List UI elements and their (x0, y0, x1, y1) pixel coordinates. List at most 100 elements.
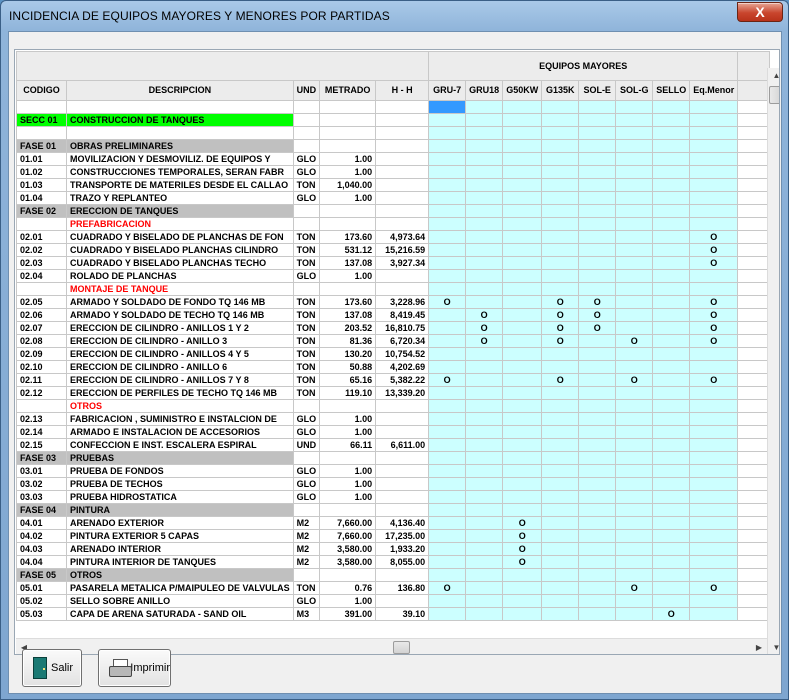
equipment-cell[interactable] (465, 165, 504, 179)
table-row[interactable]: 02.14 ARMADO E INSTALACION DE ACCESORIOS G… (16, 425, 771, 439)
codigo-cell[interactable]: 04.03 (16, 542, 67, 556)
equipment-cell[interactable] (689, 464, 739, 478)
metrado-cell[interactable]: 81.36 (319, 334, 377, 348)
und-cell[interactable]: TON (292, 178, 321, 192)
metrado-cell[interactable]: 137.08 (319, 308, 377, 322)
equipment-cell[interactable] (465, 100, 504, 114)
equipment-cell[interactable] (652, 256, 691, 270)
equipment-cell[interactable] (502, 607, 543, 621)
equipment-cell[interactable] (465, 477, 504, 491)
table-row[interactable]: 02.11 ERECCION DE CILINDRO - ANILLOS 7 Y … (16, 373, 771, 387)
und-cell[interactable]: GLO (292, 425, 321, 439)
codigo-cell[interactable]: 04.01 (16, 516, 67, 530)
metrado-cell[interactable]: 3,580.00 (319, 542, 377, 556)
column-header[interactable]: G135K (541, 80, 580, 101)
descripcion-cell[interactable]: ERECCION DE CILINDRO - ANILLOS 4 Y 5 (66, 347, 294, 361)
metrado-cell[interactable] (319, 113, 377, 127)
metrado-cell[interactable]: 1,040.00 (319, 178, 377, 192)
hh-cell[interactable]: 4,136.40 (375, 516, 430, 530)
table-row[interactable]: 02.02 CUADRADO Y BISELADO PLANCHAS CILIND… (16, 243, 771, 257)
equipment-cell[interactable]: O (689, 295, 739, 309)
equipment-cell[interactable] (502, 126, 543, 140)
hh-cell[interactable] (375, 217, 430, 231)
equipment-cell[interactable] (615, 516, 654, 530)
equipment-cell[interactable]: O (541, 308, 580, 322)
equipment-cell[interactable] (502, 451, 543, 465)
metrado-cell[interactable]: 119.10 (319, 386, 377, 400)
equipment-cell[interactable] (578, 425, 617, 439)
equipment-cell[interactable]: O (428, 581, 467, 595)
equipment-cell[interactable] (541, 178, 580, 192)
equipment-cell[interactable] (428, 477, 467, 491)
equipment-cell[interactable] (541, 230, 580, 244)
equipment-cell[interactable] (502, 399, 543, 413)
descripcion-cell[interactable]: ERECCION DE CILINDRO - ANILLOS 7 Y 8 (66, 373, 294, 387)
equipment-cell[interactable] (578, 165, 617, 179)
hh-cell[interactable] (375, 412, 430, 426)
descripcion-cell[interactable]: CONSTRUCCIONES TEMPORALES, SERAN FABR (66, 165, 294, 179)
table-row[interactable]: FASE 01 OBRAS PRELIMINARES (16, 139, 771, 153)
equipment-cell[interactable]: O (541, 373, 580, 387)
equipment-cell[interactable] (502, 243, 543, 257)
equipment-cell[interactable] (502, 100, 543, 114)
descripcion-cell[interactable]: ERECCION DE TANQUES (66, 204, 294, 218)
equipment-cell[interactable] (689, 568, 739, 582)
codigo-cell[interactable]: FASE 03 (16, 451, 67, 465)
equipment-cell[interactable] (652, 113, 691, 127)
table-row[interactable]: 02.09 ERECCION DE CILINDRO - ANILLOS 4 Y … (16, 347, 771, 361)
equipment-cell[interactable] (578, 269, 617, 283)
equipment-cell[interactable]: O (541, 321, 580, 335)
equipment-cell[interactable] (465, 555, 504, 569)
equipment-cell[interactable] (541, 347, 580, 361)
codigo-cell[interactable] (16, 126, 67, 140)
equipment-cell[interactable] (652, 204, 691, 218)
equipment-cell[interactable] (615, 386, 654, 400)
table-row[interactable]: 02.12 ERECCION DE PERFILES DE TECHO TQ 14… (16, 386, 771, 400)
descripcion-cell[interactable]: ARMADO Y SOLDADO DE TECHO TQ 146 MB (66, 308, 294, 322)
equipment-cell[interactable] (652, 386, 691, 400)
metrado-cell[interactable] (319, 100, 377, 114)
equipment-cell[interactable] (689, 516, 739, 530)
hh-cell[interactable] (375, 269, 430, 283)
descripcion-cell[interactable]: CUADRADO Y BISELADO PLANCHAS CILINDRO (66, 243, 294, 257)
equipment-cell[interactable] (502, 295, 543, 309)
equipment-cell[interactable] (502, 191, 543, 205)
equipment-cell[interactable] (465, 451, 504, 465)
codigo-cell[interactable] (16, 399, 67, 413)
salir-button[interactable]: Salir (22, 649, 82, 687)
equipment-cell[interactable]: O (689, 243, 739, 257)
equipment-cell[interactable] (652, 542, 691, 556)
metrado-cell[interactable] (319, 568, 377, 582)
equipment-cell[interactable] (541, 282, 580, 296)
equipment-cell[interactable] (578, 581, 617, 595)
und-cell[interactable] (292, 100, 321, 114)
metrado-cell[interactable]: 50.88 (319, 360, 377, 374)
und-cell[interactable]: GLO (292, 594, 321, 608)
equipment-cell[interactable] (652, 243, 691, 257)
equipment-cell[interactable] (652, 295, 691, 309)
codigo-cell[interactable]: 02.15 (16, 438, 67, 452)
equipment-cell[interactable] (428, 308, 467, 322)
equipment-cell[interactable] (615, 217, 654, 231)
equipment-cell[interactable] (652, 100, 691, 114)
equipment-cell[interactable] (652, 451, 691, 465)
metrado-cell[interactable]: 3,580.00 (319, 555, 377, 569)
equipment-cell[interactable] (465, 178, 504, 192)
codigo-cell[interactable]: 02.03 (16, 256, 67, 270)
equipment-cell[interactable] (541, 503, 580, 517)
equipment-cell[interactable] (541, 451, 580, 465)
equipment-cell[interactable] (652, 191, 691, 205)
und-cell[interactable] (292, 451, 321, 465)
equipment-cell[interactable]: O (615, 373, 654, 387)
table-row[interactable]: 02.13 FABRICACION , SUMINISTRO E INSTALCI… (16, 412, 771, 426)
equipment-cell[interactable] (578, 438, 617, 452)
metrado-cell[interactable]: 1.00 (319, 490, 377, 504)
codigo-cell[interactable]: 01.04 (16, 191, 67, 205)
equipment-cell[interactable]: O (689, 308, 739, 322)
equipment-cell[interactable] (502, 165, 543, 179)
codigo-cell[interactable]: 02.07 (16, 321, 67, 335)
equipment-cell[interactable] (465, 347, 504, 361)
descripcion-cell[interactable]: MONTAJE DE TANQUE (66, 282, 294, 296)
equipment-cell[interactable] (689, 100, 739, 114)
equipment-cell[interactable] (541, 256, 580, 270)
